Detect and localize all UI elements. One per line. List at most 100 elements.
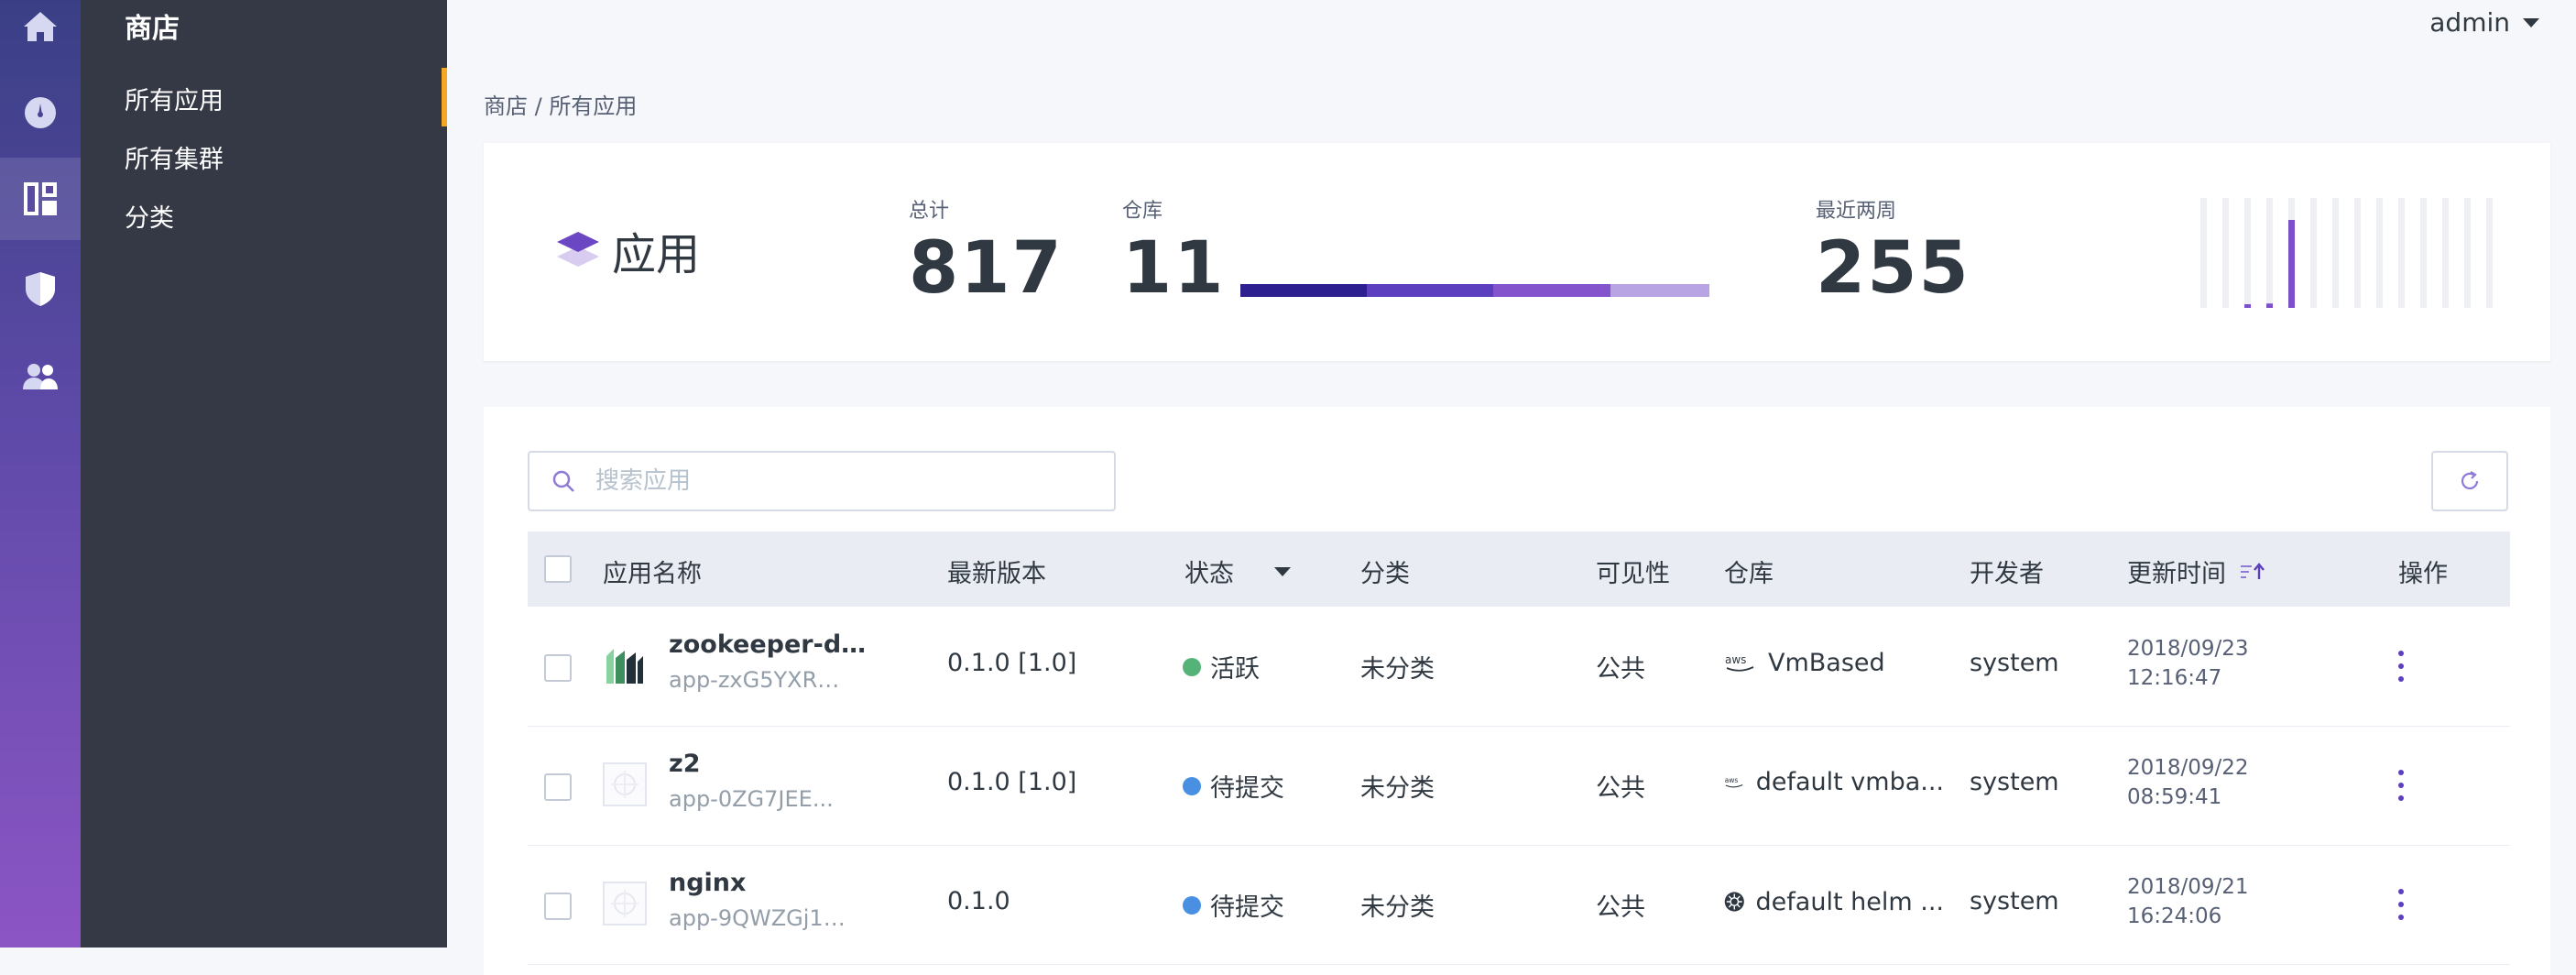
user-menu[interactable]: admin [2429,7,2539,38]
table-row[interactable]: z2 app-0ZG7JEE... 0.1.0 [1.0] 待提交 未分类 公共… [528,726,2510,846]
apps-panel: 应用名称 最新版本 状态 分类 可见性 仓库 开发者 更新时间 操作 zooke… [484,407,2550,975]
stat-recent-label: 最近两周 [1816,200,1897,223]
app-developer: system [1970,768,2059,796]
app-status: 待提交 [1183,768,1284,804]
users-icon [23,364,58,389]
app-status-label: 待提交 [1210,774,1284,803]
sort-ascending-icon[interactable] [2239,561,2266,583]
spark-track [2200,198,2207,308]
apps-grid-icon [24,182,57,215]
subnav-active-indicator [442,68,447,126]
spark-track [2420,198,2427,308]
subnav: 商店 所有应用 所有集群 分类 [81,0,447,948]
subnav-item-all-clusters[interactable]: 所有集群 [125,139,224,175]
status-filter-caret-icon[interactable] [1274,566,1291,576]
app-repo[interactable]: aws VmBased [1724,649,1944,677]
col-category[interactable]: 分类 [1360,553,1410,589]
app-version: 0.1.0 [1.0] [947,649,1077,677]
col-updated[interactable]: 更新时间 [2127,553,2266,589]
app-status-label: 待提交 [1210,893,1284,922]
table-row[interactable]: nginx app-9QWZGj17... 0.1.0 待提交 未分类 公共 d… [528,845,2510,965]
table-row[interactable]: zookeeper-dem... app-zxG5YXRZ... 0.1.0 [… [528,607,2510,727]
row-checkbox[interactable] [544,893,572,920]
refresh-button[interactable] [2431,451,2508,511]
app-updated: 2018/09/21 16:24:06 [2127,872,2249,931]
spark-track [2464,198,2471,308]
app-visibility: 公共 [1596,774,1645,803]
stat-total: 总计 817 [909,194,1064,310]
col-developer[interactable]: 开发者 [1970,553,2044,589]
col-status-label: 状态 [1184,560,1234,588]
spark-track [2266,198,2273,308]
col-repo[interactable]: 仓库 [1724,553,1774,589]
aws-icon: aws [1725,776,1743,787]
spark-track [2376,198,2383,308]
spark-track [2354,198,2361,308]
col-actions: 操作 [2398,560,2448,588]
col-name[interactable]: 应用名称 [603,553,702,589]
col-visibility[interactable]: 可见性 [1596,553,1670,589]
app-status: 活跃 [1183,649,1260,685]
select-all-checkbox[interactable] [544,555,572,583]
rail-item-apps[interactable] [0,158,81,240]
repo-bar-segment [1367,284,1493,297]
rail-item-security[interactable] [0,247,81,330]
app-updated-time: 16:24:06 [2127,904,2222,928]
table-header: 应用名称 最新版本 状态 分类 可见性 仓库 开发者 更新时间 操作 [528,531,2510,607]
subnav-title: 商店 [125,13,180,45]
app-version: 0.1.0 [947,887,1010,915]
user-name: admin [2429,7,2510,38]
subnav-item-categories[interactable]: 分类 [125,198,174,234]
spark-bar [2288,220,2295,308]
row-checkbox[interactable] [544,654,572,682]
rail-item-users[interactable] [0,335,81,418]
app-category: 未分类 [1360,774,1435,803]
stat-repos-value: 11 [1122,227,1226,310]
refresh-icon [2461,471,2479,489]
subnav-item-all-apps[interactable]: 所有应用 [125,81,224,116]
app-name-link[interactable]: zookeeper-dem... [669,630,870,659]
app-repo[interactable]: aws default vmba... [1724,768,1944,796]
app-updated: 2018/09/22 08:59:41 [2127,753,2249,812]
app-status: 待提交 [1183,887,1284,923]
more-actions-icon[interactable] [2396,770,2406,801]
col-status[interactable]: 状态 [1184,553,1291,589]
app-developer: system [1970,887,2059,915]
app-repo-label: default vmba... [1755,768,1944,796]
app-name-link[interactable]: nginx [669,869,870,897]
app-updated-date: 2018/09/23 [2127,637,2249,661]
repo-bar-segment [1610,284,1709,297]
more-actions-icon[interactable] [2396,889,2406,920]
rail-item-dashboard[interactable] [0,71,81,154]
app-visibility: 公共 [1596,655,1645,684]
chevron-down-icon [2523,17,2539,27]
row-checkbox[interactable] [544,773,572,801]
stat-recent: 最近两周 255 [1816,194,1970,310]
col-version[interactable]: 最新版本 [947,553,1046,589]
spark-bar [2266,303,2273,308]
spark-track [2486,198,2493,308]
app-id: app-zxG5YXRZ... [669,667,852,693]
app-category: 未分类 [1360,655,1435,684]
app-version: 0.1.0 [1.0] [947,768,1077,796]
stats-title-group: 应用 [555,218,700,282]
breadcrumb: 商店 / 所有应用 [484,93,638,119]
app-updated: 2018/09/23 12:16:47 [2127,634,2249,693]
more-actions-icon[interactable] [2396,651,2406,682]
app-updated-date: 2018/09/21 [2127,875,2249,899]
app-repo[interactable]: default helm ... [1724,887,1944,916]
status-dot-pending [1183,776,1201,795]
col-updated-label: 更新时间 [2127,560,2226,588]
recent-sparkline [2200,198,2493,308]
app-name-link[interactable]: z2 [669,750,870,778]
rail-item-home[interactable] [0,0,81,68]
status-dot-active [1183,657,1201,676]
stat-repos: 仓库 11 [1122,194,1226,310]
spark-track [2442,198,2449,308]
search-input[interactable] [594,466,1092,496]
repo-bar-segment [1240,284,1367,297]
spark-track [2398,198,2405,308]
spark-track [2244,198,2251,308]
repo-distribution-bar [1240,284,1709,297]
svg-text:aws: aws [1725,776,1739,784]
